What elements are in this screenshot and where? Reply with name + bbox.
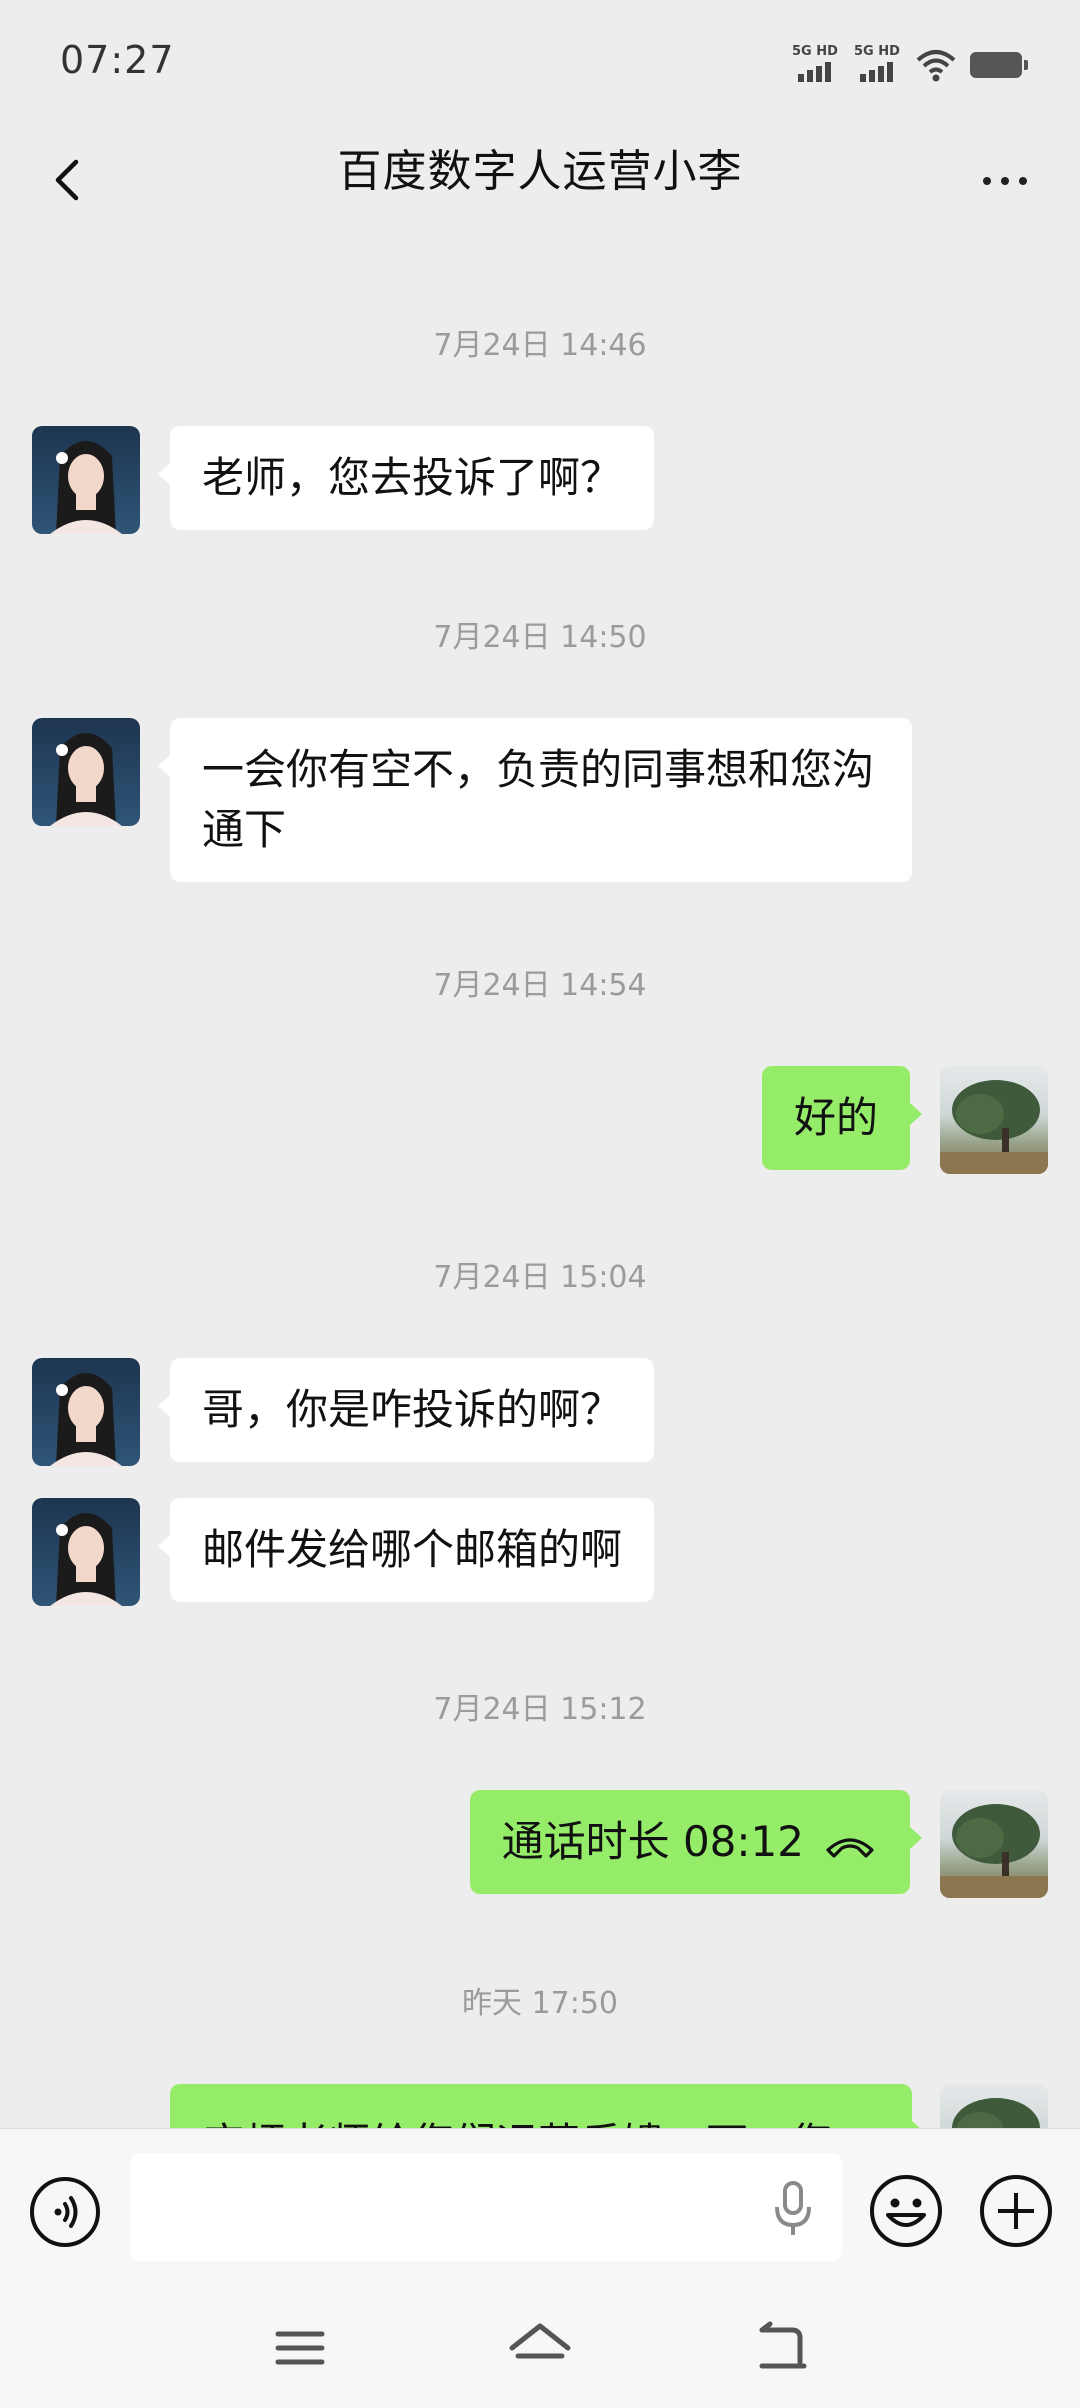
menu-button[interactable] <box>268 2316 332 2380</box>
voice-icon <box>30 2177 100 2247</box>
emoji-button[interactable] <box>868 2173 944 2249</box>
message-timestamp: 7月24日 15:12 <box>433 1692 647 1727</box>
chat-area[interactable]: 7月24日 14:46 老师，您去投诉了啊？ 7月24日 14:50 一会你有空… <box>0 240 1080 2128</box>
received-message[interactable]: 哥，你是咋投诉的啊？ <box>157 1358 655 1462</box>
more-dots-icon <box>983 177 991 185</box>
message-timestamp: 7月24日 14:54 <box>433 968 647 1003</box>
message-timestamp: 7月24日 14:50 <box>433 620 647 655</box>
received-message[interactable]: 一会你有空不，负责的同事想和您沟通下 <box>158 718 912 882</box>
emoji-icon <box>870 2175 942 2247</box>
my-avatar[interactable] <box>940 1790 1048 1898</box>
message-timestamp: 7月24日 14:46 <box>433 328 647 363</box>
battery-icon <box>970 52 1028 78</box>
nav-bar: 百度数字人运营小李 <box>0 120 1080 240</box>
phone-hangup-icon <box>826 1837 874 1858</box>
signal-icon: 5G HD <box>792 44 840 82</box>
voice-button[interactable] <box>28 2175 102 2249</box>
signal-label: 5G HD <box>792 44 838 59</box>
call-record-message[interactable]: 通话时长 08:12 <box>469 1790 923 1894</box>
plus-button[interactable] <box>978 2173 1054 2249</box>
back-icon <box>759 2321 807 2369</box>
signal-label: 5G HD <box>854 44 900 59</box>
my-avatar[interactable] <box>940 2084 1048 2128</box>
message-input[interactable] <box>130 2153 842 2261</box>
contact-avatar[interactable] <box>32 1358 140 1466</box>
received-message[interactable]: 邮件发给哪个邮箱的啊 <box>157 1498 655 1602</box>
status-bar: 07:27 5G HD 5G HD <box>0 0 1080 120</box>
system-nav-bar <box>0 2288 1080 2408</box>
input-bar <box>0 2128 1080 2288</box>
message-timestamp: 昨天 17:50 <box>462 1986 618 2021</box>
signal-icon: 5G HD <box>854 44 902 82</box>
message-timestamp: 7月24日 15:04 <box>433 1260 647 1295</box>
more-button[interactable] <box>970 156 1040 206</box>
call-duration-text: 通话时长 08:12 <box>501 1817 804 1866</box>
received-message[interactable]: 老师，您去投诉了啊？ <box>157 426 655 530</box>
contact-avatar[interactable] <box>32 718 140 826</box>
home-button[interactable] <box>508 2316 572 2380</box>
contact-avatar[interactable] <box>32 1498 140 1606</box>
microphone-button[interactable] <box>770 2179 816 2239</box>
plus-icon <box>980 2175 1052 2247</box>
status-time: 07:27 <box>60 38 175 82</box>
chat-title: 百度数字人运营小李 <box>337 146 743 197</box>
sent-message[interactable]: 好的 <box>761 1066 923 1170</box>
contact-avatar[interactable] <box>32 426 140 534</box>
home-icon <box>509 2323 571 2359</box>
wifi-icon <box>916 50 956 82</box>
back-nav-button[interactable] <box>748 2316 812 2380</box>
menu-icon <box>275 2331 325 2365</box>
microphone-icon <box>775 2181 811 2235</box>
my-avatar[interactable] <box>940 1066 1048 1174</box>
sent-message[interactable]: 麻烦老师给您们运营反馈一下，您 <box>170 2084 924 2128</box>
status-icons: 5G HD 5G HD <box>792 42 1028 82</box>
